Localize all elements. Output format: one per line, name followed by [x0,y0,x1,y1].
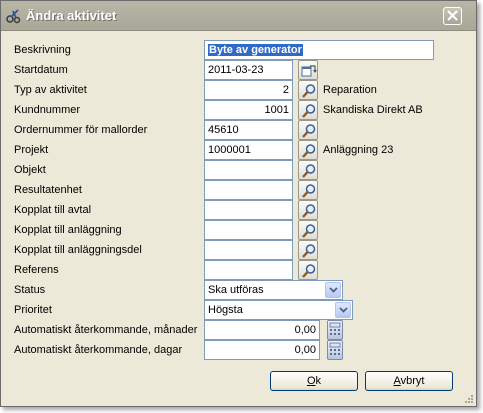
anlaggningsdel-lookup-button[interactable] [298,240,318,260]
anlaggning-lookup-button[interactable] [298,220,318,240]
label-typ-av-aktivitet: Typ av aktivitet [14,84,87,96]
referens-lookup-button[interactable] [298,260,318,280]
chevron-down-icon[interactable] [335,302,351,318]
magnifier-icon [302,224,316,238]
magnifier-icon [302,164,316,178]
calendar-icon [301,65,317,77]
magnifier-icon [302,264,316,278]
label-kopplat-avtal: Kopplat till avtal [14,204,92,216]
ok-mnemonic: O [306,375,316,387]
label-objekt: Objekt [14,164,46,176]
magnifier-icon [302,104,316,118]
dialog-client: Beskrivning Byte av generator Startdatum… [1,31,476,406]
beskrivning-input[interactable]: Byte av generator [204,40,434,60]
label-prioritet: Prioritet [14,304,52,316]
calculator-icon [329,342,341,355]
chevron-down-icon[interactable] [325,282,341,298]
kund-description: Skandiska Direkt AB [323,104,423,116]
resize-grip-icon[interactable] [463,393,474,404]
label-resultatenhet: Resultatenhet [14,184,82,196]
aterkommande-manader-input[interactable]: 0,00 [204,320,320,340]
magnifier-icon [302,244,316,258]
ok-button[interactable]: Ok [270,371,358,391]
cancel-button[interactable]: Avbryt [365,371,453,391]
ordernummer-input[interactable]: 45610 [204,120,293,140]
label-status: Status [14,284,46,296]
kopplat-avtal-input[interactable] [204,200,293,220]
window-title: Ändra aktivitet [26,8,117,23]
cancel-mnemonic: A [393,375,401,387]
ok-label-rest: k [315,375,322,387]
label-ordernummer: Ordernummer för mallorder [14,124,148,136]
kund-lookup-button[interactable] [298,100,318,120]
label-aterkommande-dagar: Automatiskt återkommande, dagar [14,344,183,356]
scissors-icon [6,8,22,24]
label-kopplat-anlaggningsdel: Kopplat till anläggningsdel [14,244,142,256]
kopplat-anlaggning-input[interactable] [204,220,293,240]
label-referens: Referens [14,264,59,276]
objekt-lookup-button[interactable] [298,160,318,180]
typ-description: Reparation [323,84,377,96]
cancel-label-rest: vbryt [400,375,425,387]
status-value: Ska utföras [208,284,264,296]
objekt-input[interactable] [204,160,293,180]
label-aterkommande-manader: Automatiskt återkommande, månader [14,324,198,336]
title-bar[interactable]: Ändra aktivitet [1,1,476,31]
projekt-description: Anläggning 23 [323,144,394,156]
kundnummer-input[interactable]: 1001 [204,100,293,120]
projekt-lookup-button[interactable] [298,140,318,160]
typ-av-aktivitet-input[interactable]: 2 [204,80,293,100]
calculator-button[interactable] [327,340,343,360]
startdatum-input[interactable]: 2011-03-23 [204,60,293,80]
resultatenhet-lookup-button[interactable] [298,180,318,200]
calculator-icon [329,322,341,335]
projekt-input[interactable]: 1000001 [204,140,293,160]
prioritet-value: Högsta [208,304,243,316]
label-kopplat-anlaggning: Kopplat till anläggning [14,224,122,236]
resultatenhet-input[interactable] [204,180,293,200]
aterkommande-dagar-input[interactable]: 0,00 [204,340,320,360]
close-icon [447,10,458,21]
order-lookup-button[interactable] [298,120,318,140]
magnifier-icon [302,144,316,158]
dialog-window: Ändra aktivitet Beskrivning Byte av gene… [0,0,477,407]
typ-lookup-button[interactable] [298,80,318,100]
magnifier-icon [302,84,316,98]
prioritet-select[interactable]: Högsta [204,300,353,320]
status-select[interactable]: Ska utföras [204,280,343,300]
label-projekt: Projekt [14,144,49,156]
label-startdatum: Startdatum [14,64,68,76]
referens-input[interactable] [204,260,293,280]
close-button[interactable] [443,7,462,25]
calculator-button[interactable] [327,320,343,340]
kopplat-anlaggningsdel-input[interactable] [204,240,293,260]
label-kundnummer: Kundnummer [14,104,81,116]
magnifier-icon [302,204,316,218]
avtal-lookup-button[interactable] [298,200,318,220]
magnifier-icon [302,124,316,138]
calendar-button[interactable] [298,60,318,80]
beskrivning-value: Byte av generator [208,44,303,56]
magnifier-icon [302,184,316,198]
label-beskrivning: Beskrivning [14,44,71,56]
